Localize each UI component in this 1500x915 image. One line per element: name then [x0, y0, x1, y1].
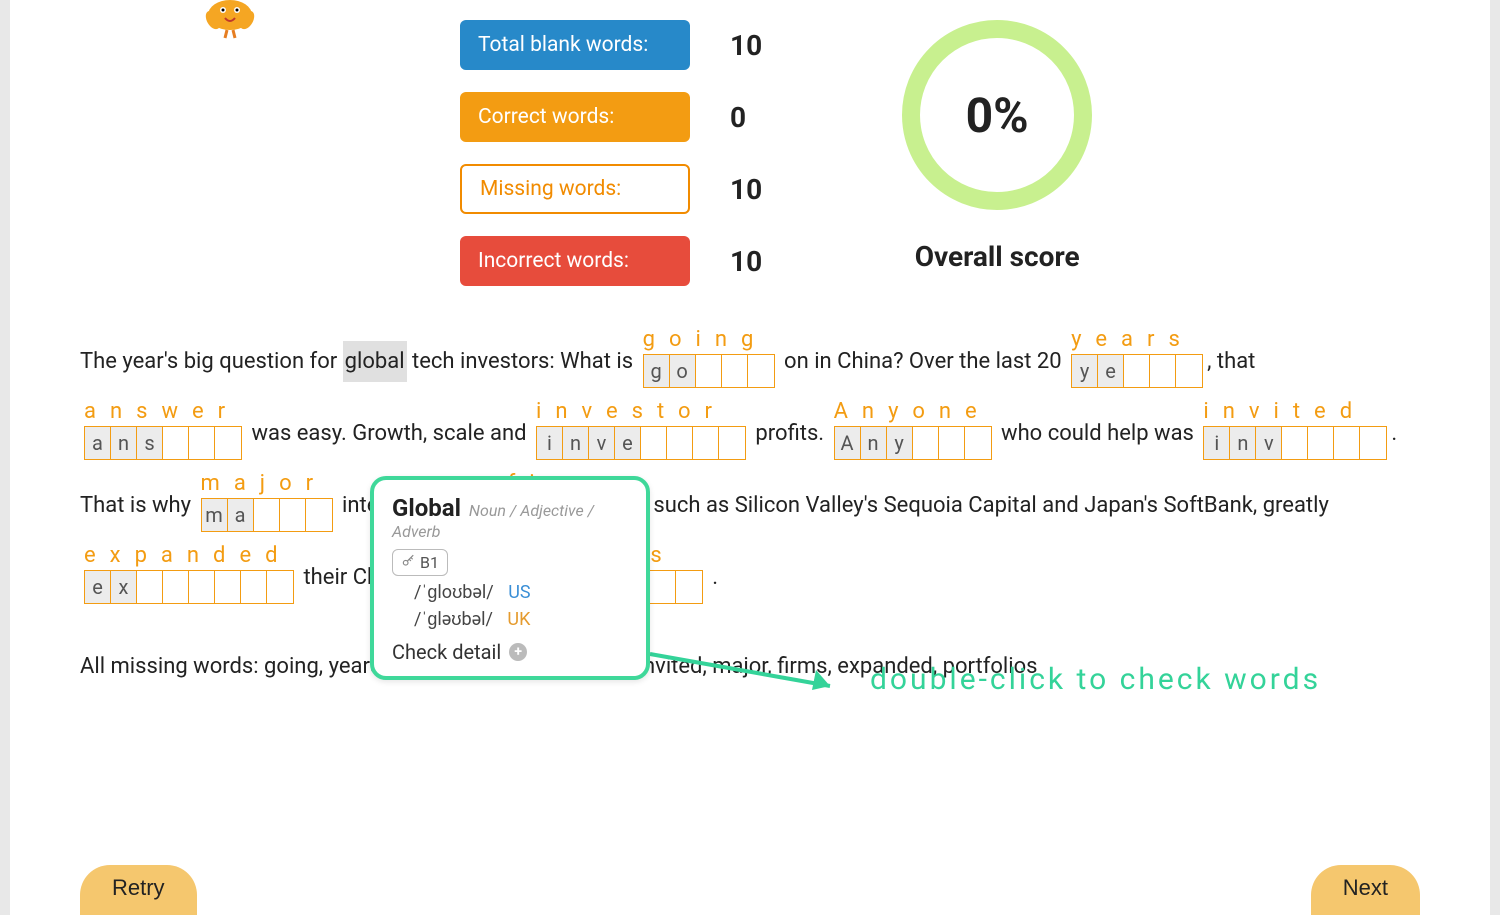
- correct-words-value: 0: [730, 92, 762, 142]
- blank-hint: expanded: [84, 534, 292, 578]
- incorrect-words-label: Incorrect words:: [460, 236, 690, 286]
- blank-years[interactable]: yearsye: [1071, 350, 1203, 394]
- text-segment: profits.: [750, 421, 830, 446]
- word-definition-popover: Global Noun / Adjective / Adverb B1 /ˈɡl…: [370, 476, 650, 680]
- results-container: Total blank words: Correct words: Missin…: [10, 0, 1490, 915]
- check-detail-link[interactable]: Check detail +: [392, 640, 628, 664]
- stat-labels: Total blank words: Correct words: Missin…: [460, 20, 690, 286]
- total-words-label: Total blank words:: [460, 20, 690, 70]
- mascot-icon: [185, 20, 275, 50]
- score-column: 0% Overall score: [902, 20, 1092, 273]
- text-segment: who could help was: [996, 421, 1200, 446]
- exercise-text: The year's big question for global tech …: [10, 316, 1490, 624]
- score-ring: 0%: [902, 20, 1092, 210]
- stat-values: 10 0 10 10: [730, 20, 762, 286]
- blank-cell[interactable]: [676, 571, 702, 603]
- blank-going[interactable]: goinggo: [643, 350, 775, 394]
- blank-answer[interactable]: answerans: [84, 422, 242, 466]
- stats-column: Total blank words: Correct words: Missin…: [460, 20, 762, 286]
- retry-button[interactable]: Retry: [80, 865, 197, 915]
- us-label[interactable]: US: [508, 582, 530, 603]
- blank-invited[interactable]: invitedinv: [1203, 422, 1387, 466]
- text-segment: The year's big question for: [80, 349, 343, 374]
- popover-level-badge: B1: [392, 549, 448, 576]
- mascot-column: [80, 20, 380, 50]
- key-icon: [401, 553, 415, 572]
- next-button[interactable]: Next: [1311, 865, 1420, 915]
- text-segment: .: [707, 565, 718, 590]
- blank-hint: major: [201, 462, 328, 506]
- plus-icon: +: [509, 643, 527, 661]
- text-segment: , that: [1207, 349, 1255, 374]
- blank-hint: Anyone: [834, 390, 991, 434]
- blank-hint: investor: [536, 390, 726, 434]
- popover-ipa-uk: /ˈɡləʊbəl/ UK: [414, 609, 628, 630]
- score-label: Overall score: [915, 240, 1080, 273]
- text-segment: was easy. Growth, scale and: [246, 421, 532, 446]
- blank-expanded[interactable]: expandedex: [84, 566, 294, 610]
- total-words-value: 10: [730, 20, 762, 70]
- correct-words-label: Correct words:: [460, 92, 690, 142]
- text-segment: tech investors: What is: [407, 349, 639, 374]
- text-segment: , such as Silicon Valley's Sequoia Capit…: [644, 493, 1329, 518]
- check-detail-label: Check detail: [392, 640, 501, 664]
- highlighted-word[interactable]: global: [343, 341, 407, 382]
- popover-word: Global: [392, 494, 461, 522]
- blank-investor[interactable]: investorinve: [536, 422, 746, 466]
- blank-anyone[interactable]: AnyoneAny: [834, 422, 992, 466]
- score-percent: 0%: [966, 87, 1029, 144]
- blank-hint: invited: [1203, 390, 1366, 434]
- incorrect-words-value: 10: [730, 236, 762, 286]
- popover-level: B1: [420, 553, 439, 572]
- missing-words-value: 10: [730, 164, 762, 214]
- missing-words-label: Missing words:: [460, 164, 690, 214]
- popover-ipa-us: /ˈɡloʊbəl/ US: [414, 582, 628, 603]
- top-section: Total blank words: Correct words: Missin…: [10, 0, 1490, 316]
- text-segment: on in China? Over the last 20: [779, 349, 1068, 374]
- missing-words-summary: All missing words: going, years, answer,…: [10, 624, 1490, 689]
- blank-major[interactable]: majorma: [201, 494, 333, 538]
- blank-hint: years: [1071, 318, 1194, 362]
- blank-hint: answer: [84, 390, 239, 434]
- ipa-uk-text: /ˈɡləʊbəl/: [414, 609, 493, 630]
- blank-hint: going: [643, 318, 768, 362]
- footer-buttons: Retry Next: [10, 865, 1490, 915]
- ipa-us-text: /ˈɡloʊbəl/: [414, 582, 494, 603]
- uk-label[interactable]: UK: [507, 609, 530, 630]
